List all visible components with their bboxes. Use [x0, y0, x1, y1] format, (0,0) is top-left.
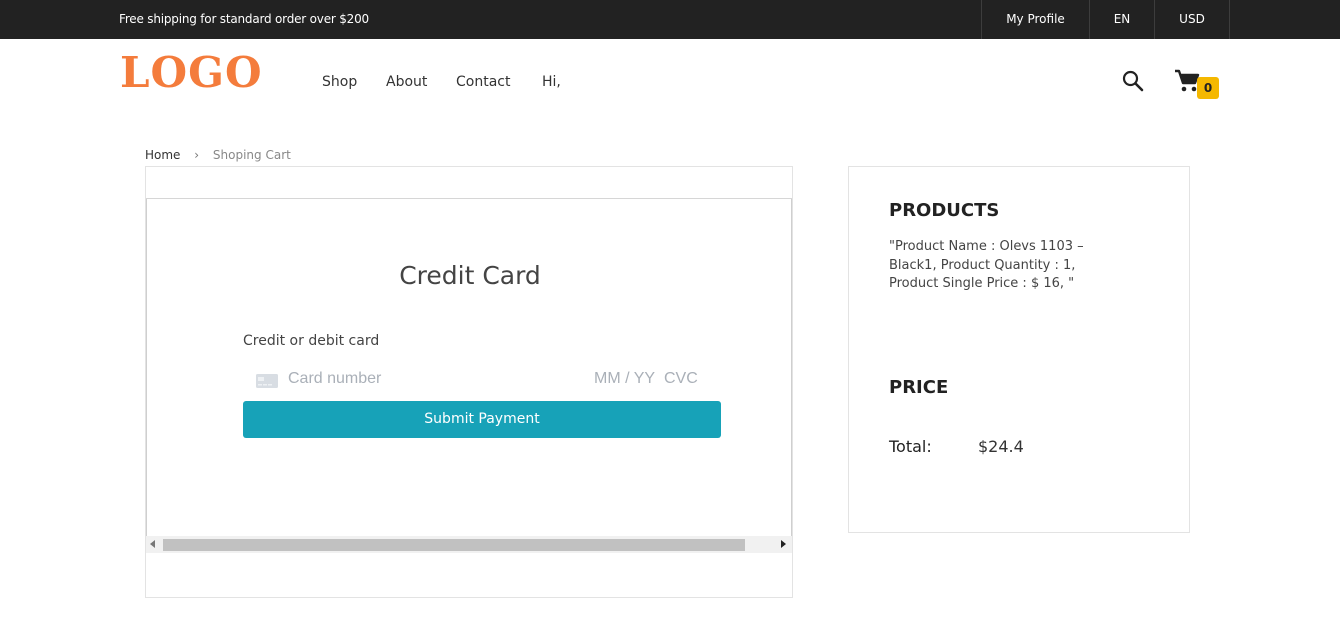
- card-input[interactable]: Card number MM / YY CVC: [243, 359, 721, 401]
- nav-user-greeting[interactable]: Hi,: [542, 72, 561, 92]
- nav-shop[interactable]: Shop: [322, 72, 357, 92]
- scrollbar-thumb[interactable]: [163, 539, 745, 551]
- scroll-right-arrow-icon[interactable]: [781, 540, 786, 548]
- total-value: $24.4: [978, 437, 1024, 456]
- credit-card-title: Credit Card: [399, 261, 541, 290]
- products-details: "Product Name : Olevs 1103 – Black1, Pro…: [889, 239, 1084, 291]
- top-bar: Free shipping for standard order over $2…: [0, 0, 1340, 39]
- my-profile-link[interactable]: My Profile: [981, 0, 1089, 39]
- scroll-left-arrow-icon[interactable]: [150, 540, 155, 548]
- nav-about[interactable]: About: [386, 72, 427, 92]
- breadcrumb: Home › Shoping Cart: [145, 147, 291, 163]
- breadcrumb-home[interactable]: Home: [145, 148, 180, 162]
- products-heading: PRODUCTS: [889, 200, 1000, 221]
- card-expiry-field[interactable]: MM / YY: [594, 370, 655, 388]
- price-heading: PRICE: [889, 377, 949, 398]
- nav-contact[interactable]: Contact: [456, 72, 510, 92]
- payment-panel-header: [146, 167, 792, 199]
- payment-panel: Credit Card Credit or debit card Card nu…: [145, 166, 793, 598]
- card-field-label: Credit or debit card: [243, 333, 380, 349]
- breadcrumb-chevron-icon: ›: [194, 148, 200, 162]
- breadcrumb-current: Shoping Cart: [212, 148, 291, 162]
- shipping-promo: Free shipping for standard order over $2…: [119, 12, 369, 26]
- language-selector[interactable]: EN: [1089, 0, 1154, 39]
- search-icon[interactable]: [1122, 70, 1144, 92]
- payment-frame: Credit Card Credit or debit card Card nu…: [146, 199, 792, 536]
- credit-card-icon: [256, 374, 278, 388]
- card-number-field[interactable]: Card number: [288, 370, 381, 388]
- total-label: Total:: [889, 437, 932, 456]
- submit-payment-button[interactable]: Submit Payment: [243, 401, 721, 438]
- order-summary-panel: PRODUCTS "Product Name : Olevs 1103 – Bl…: [848, 166, 1190, 533]
- cart-count-badge: 0: [1197, 77, 1219, 99]
- currency-selector[interactable]: USD: [1154, 0, 1230, 39]
- horizontal-scrollbar[interactable]: [146, 536, 792, 553]
- card-cvc-field[interactable]: CVC: [664, 370, 698, 388]
- site-logo[interactable]: LOGO: [120, 50, 263, 96]
